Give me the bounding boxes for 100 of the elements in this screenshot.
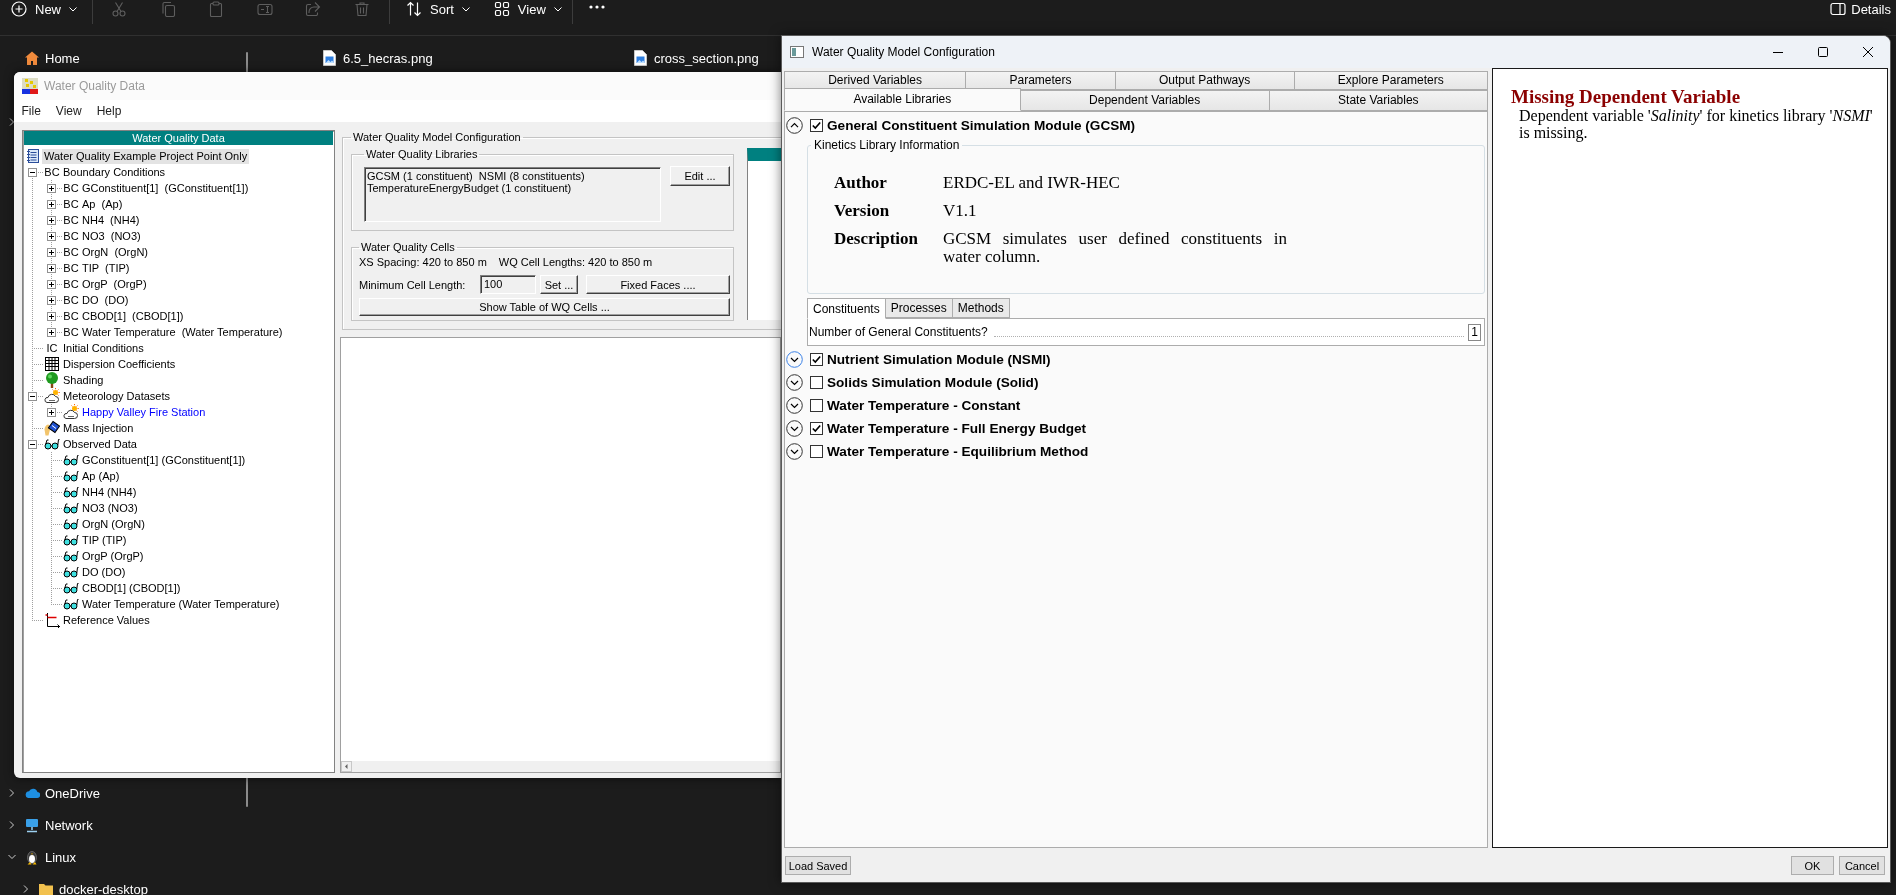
- tab[interactable]: Available Libraries: [784, 88, 1021, 111]
- chevron-down-circle-icon[interactable]: [786, 397, 803, 414]
- tree-item[interactable]: CBOD[1] (CBOD[1]): [80, 308, 186, 324]
- file-name[interactable]: cross_section.png: [654, 50, 759, 66]
- tree-item[interactable]: OrgN (OrgN): [80, 244, 150, 260]
- tree-item[interactable]: DO (DO): [80, 564, 128, 580]
- min-length-field[interactable]: 100: [480, 275, 536, 294]
- group-title: Kinetics Library Information: [813, 138, 961, 152]
- nav-item[interactable]: Network: [45, 817, 93, 833]
- glasses-icon: [63, 566, 79, 578]
- chevron-icon[interactable]: [7, 117, 17, 127]
- close-icon[interactable]: [1863, 47, 1873, 57]
- chevron-down-circle-icon[interactable]: [786, 374, 803, 391]
- tree-item[interactable]: Mass Injection: [61, 420, 136, 436]
- tree-item[interactable]: OrgP (OrgP): [80, 548, 146, 564]
- cancel-button[interactable]: Cancel: [1839, 856, 1885, 875]
- scroll-left-icon[interactable]: [341, 761, 352, 772]
- file-name[interactable]: 6.5_hecras.png: [343, 50, 433, 66]
- tree-item[interactable]: NO3 (NO3): [80, 228, 143, 244]
- fixed-faces-button[interactable]: Fixed Faces ....: [586, 275, 730, 294]
- plus-box-icon[interactable]: [47, 295, 56, 305]
- tab[interactable]: Explore Parameters: [1293, 71, 1488, 90]
- tree-item[interactable]: Meteorology Datasets: [61, 388, 172, 404]
- tab[interactable]: Constituents: [807, 298, 886, 319]
- tree-item[interactable]: GConstituent[1] (GConstituent[1]): [80, 452, 248, 468]
- tab[interactable]: Dependent Variables: [1019, 90, 1270, 111]
- more-icon[interactable]: [588, 5, 605, 9]
- show-table-button[interactable]: Show Table of WQ Cells ...: [359, 298, 730, 316]
- tree-item[interactable]: Water Temperature (Water Temperature): [80, 324, 285, 340]
- tree-item[interactable]: OrgP (OrgP): [80, 276, 149, 292]
- node-tag: BC: [63, 326, 79, 338]
- nav-item[interactable]: Home: [45, 50, 80, 66]
- checkbox[interactable]: [810, 119, 823, 132]
- plus-box-icon[interactable]: [47, 199, 56, 209]
- ok-button[interactable]: OK: [1791, 856, 1834, 875]
- chevron-down-circle-icon[interactable]: [786, 420, 803, 437]
- checkbox[interactable]: [810, 376, 823, 389]
- plus-box-icon[interactable]: [47, 279, 56, 289]
- horizontal-scrollbar[interactable]: [341, 761, 780, 772]
- tree-item[interactable]: TIP (TIP): [80, 260, 132, 276]
- checkbox[interactable]: [810, 445, 823, 458]
- checkbox[interactable]: [810, 399, 823, 412]
- tree-item[interactable]: Initial Conditions: [61, 340, 146, 356]
- tree-item[interactable]: NH4 (NH4): [80, 212, 142, 228]
- new-button[interactable]: New: [11, 0, 77, 18]
- plus-box-icon[interactable]: [47, 183, 56, 193]
- plus-box-icon[interactable]: [47, 407, 56, 417]
- plus-box-icon[interactable]: [47, 231, 56, 241]
- tab[interactable]: Processes: [884, 298, 953, 318]
- tree-item[interactable]: GConstituent[1] (GConstituent[1]): [80, 180, 251, 196]
- details-button[interactable]: Details: [1830, 0, 1891, 18]
- tree-item[interactable]: Boundary Conditions: [61, 164, 168, 180]
- tab[interactable]: Parameters: [965, 71, 1116, 90]
- view-button[interactable]: View: [493, 0, 562, 18]
- tree-item[interactable]: Ap (Ap): [80, 468, 122, 484]
- tree-item[interactable]: OrgN (OrgN): [80, 516, 147, 532]
- nav-item[interactable]: Linux: [45, 849, 77, 865]
- chevron-down-circle-icon[interactable]: [786, 351, 803, 368]
- tab[interactable]: Methods: [951, 298, 1010, 318]
- tree-item[interactable]: Ap (Ap): [80, 196, 125, 212]
- tab[interactable]: Output Pathways: [1114, 71, 1295, 90]
- penguin-icon: [24, 849, 40, 865]
- plus-box-icon[interactable]: [47, 247, 56, 257]
- load-saved-button[interactable]: Load Saved: [785, 856, 851, 875]
- maximize-icon[interactable]: [1818, 47, 1828, 57]
- tree-item[interactable]: Observed Data: [61, 436, 139, 452]
- set-button[interactable]: Set ...: [540, 275, 578, 294]
- plus-box-icon[interactable]: [47, 215, 56, 225]
- plus-box-icon[interactable]: [47, 327, 56, 337]
- checkbox[interactable]: [810, 353, 823, 366]
- nav-item[interactable]: OneDrive: [45, 785, 100, 801]
- plus-box-icon[interactable]: [47, 263, 56, 273]
- menu-item[interactable]: File: [14, 104, 49, 118]
- plus-box-icon[interactable]: [47, 311, 56, 321]
- menu-item[interactable]: View: [48, 104, 90, 118]
- tree-item[interactable]: DO (DO): [80, 292, 131, 308]
- checkbox[interactable]: [810, 422, 823, 435]
- tree-item[interactable]: TIP (TIP): [80, 532, 129, 548]
- chevron-up-circle-icon[interactable]: [786, 117, 803, 134]
- tree-item[interactable]: NO3 (NO3): [80, 500, 140, 516]
- glasses-icon: [63, 470, 79, 482]
- minus-box-icon[interactable]: [28, 439, 37, 449]
- tree-item[interactable]: NH4 (NH4): [80, 484, 139, 500]
- tree-item[interactable]: Water Temperature (Water Temperature): [80, 596, 282, 612]
- tree-item[interactable]: Happy Valley Fire Station: [80, 404, 208, 420]
- tree-item[interactable]: Dispersion Coefficients: [61, 356, 178, 372]
- tree-item[interactable]: Water Quality Example Project Point Only: [42, 148, 250, 164]
- sort-button[interactable]: Sort: [406, 0, 470, 18]
- minus-box-icon[interactable]: [28, 391, 37, 401]
- tree-item[interactable]: Reference Values: [61, 612, 152, 628]
- tree-item[interactable]: Shading: [61, 372, 106, 388]
- minus-box-icon[interactable]: [28, 167, 37, 177]
- number-field[interactable]: 1: [1468, 323, 1481, 341]
- question-text: Number of General Constituents?: [809, 325, 988, 339]
- tab[interactable]: State Variables: [1268, 90, 1488, 111]
- tree-item[interactable]: CBOD[1] (CBOD[1]): [80, 580, 183, 596]
- menu-item[interactable]: Help: [89, 104, 129, 118]
- libraries-box[interactable]: GCSM (1 constituent) NSMI (8 constituents) TemperatureEnergyBudget (1 constituent): [364, 167, 661, 222]
- chevron-down-circle-icon[interactable]: [786, 443, 803, 460]
- edit-button[interactable]: Edit ...: [670, 166, 730, 186]
